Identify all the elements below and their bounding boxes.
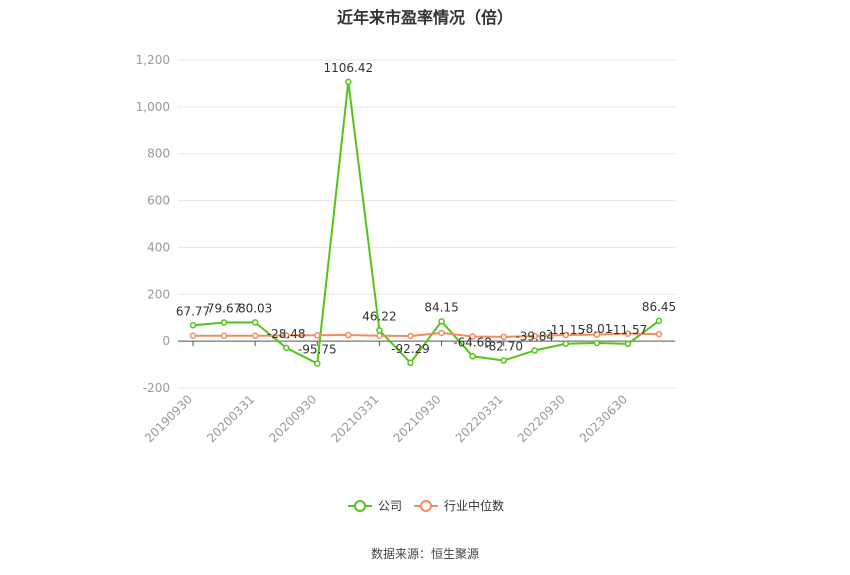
industry-point [220, 332, 228, 340]
grid-lines [178, 59, 675, 389]
x-tick-label: 20200930 [266, 392, 319, 445]
x-tick-label: 20230630 [577, 392, 630, 445]
pe-ratio-line-chart: -20002004006008001,0001,200 20190930 2020… [136, 53, 677, 513]
data-label: -92.29 [391, 342, 430, 356]
industry-point [655, 330, 663, 338]
industry-point [314, 332, 321, 339]
data-source: 数据来源：恒生聚源 [370, 547, 479, 561]
data-label: 80.03 [238, 301, 272, 315]
company-point [407, 359, 414, 367]
company-point [655, 317, 663, 325]
y-tick-label: 400 [147, 240, 170, 254]
company-point [624, 340, 632, 348]
company-point [376, 327, 383, 334]
y-tick-label: 0 [162, 334, 170, 348]
data-label: 84.15 [424, 300, 458, 314]
x-tick-label: 20190930 [142, 392, 195, 445]
industry-point [407, 332, 414, 340]
industry-point [376, 332, 383, 340]
x-tick-label: 20210930 [391, 392, 444, 445]
data-labels: 67.7779.6780.03 -28.48 -95.75 1106.42 46.22 -… [176, 61, 676, 357]
company-point [593, 339, 601, 347]
company-point [531, 347, 538, 354]
legend-industry-marker [420, 500, 432, 512]
data-label: -28.48 [267, 327, 306, 341]
company-point [500, 357, 507, 364]
y-axis: -200 0 200 400 600 800 1,000 1,200 [136, 53, 170, 395]
y-tick-label: 1,000 [136, 100, 170, 114]
data-label: 67.77 [176, 304, 210, 318]
industry-point [438, 329, 445, 337]
y-tick-label: 600 [147, 194, 170, 208]
y-tick-label: -200 [143, 381, 170, 395]
data-label: -11.15 [546, 323, 585, 337]
company-point [282, 344, 290, 352]
y-tick-label: 800 [147, 147, 170, 161]
industry-point [251, 332, 259, 340]
company-point [345, 78, 352, 86]
x-tick-label: 20200331 [204, 392, 257, 445]
legend-company-label: 公司 [378, 499, 402, 513]
data-label: -11.57 [609, 323, 648, 337]
company-point [314, 360, 321, 367]
x-tick-label: 20220930 [515, 392, 568, 445]
data-label: 1106.42 [324, 61, 374, 75]
x-tick-label: 20220331 [453, 392, 506, 445]
legend[interactable]: 公司 行业中位数 [348, 498, 504, 513]
data-label: 86.45 [642, 300, 676, 314]
data-label: 79.67 [207, 301, 241, 315]
legend-company-marker [354, 500, 366, 512]
legend-industry-label: 行业中位数 [444, 498, 504, 513]
company-point [562, 340, 570, 348]
company-point [438, 318, 445, 325]
company-point [469, 353, 476, 360]
x-axis: 20190930 20200331 20200930 20210331 20210930… [142, 341, 630, 445]
y-tick-label: 1,200 [136, 53, 170, 67]
company-point [251, 319, 259, 326]
company-point [220, 319, 228, 326]
x-tick-label: 20210331 [328, 392, 381, 445]
data-label: 46.22 [362, 309, 396, 323]
industry-point [189, 332, 197, 340]
y-tick-label: 200 [147, 287, 170, 301]
company-point [189, 322, 197, 329]
industry-point [345, 331, 352, 339]
data-label: -95.75 [298, 343, 337, 357]
